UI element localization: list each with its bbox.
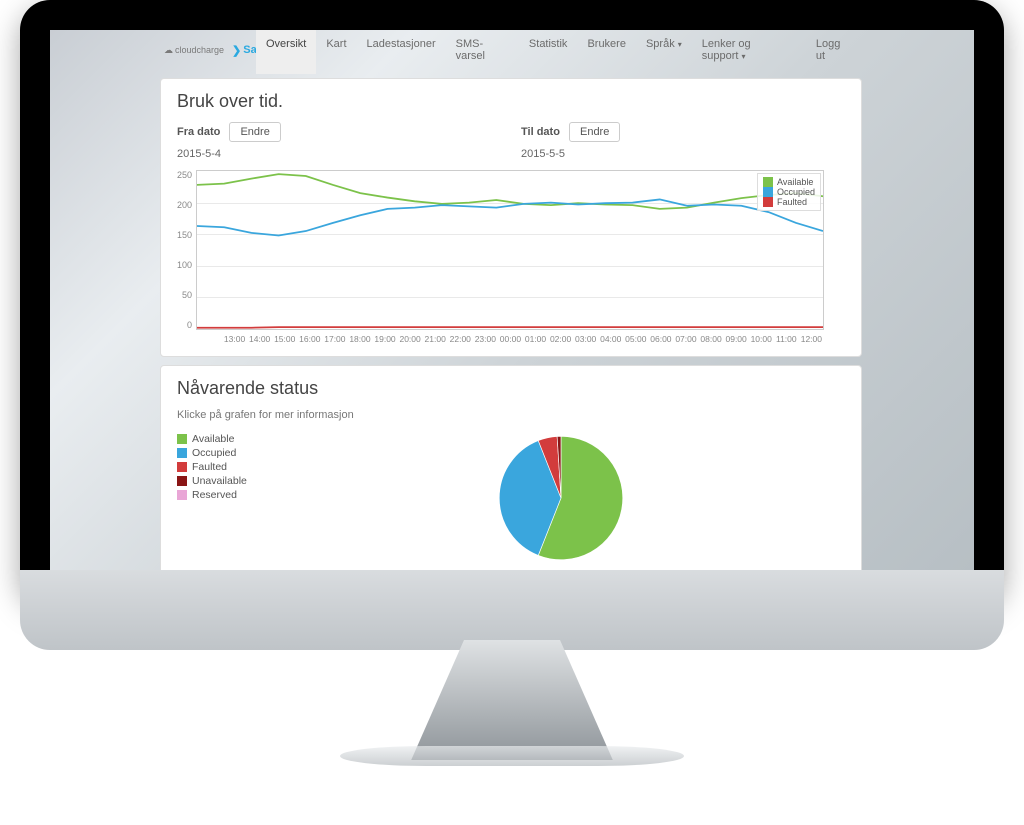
legend-swatch-occupied	[763, 187, 773, 197]
panel-current-status: Nåvarende status Klicke på grafen for me…	[160, 365, 862, 570]
legend-swatch-unavailable	[177, 476, 187, 486]
nav-brukere[interactable]: Brukere	[577, 30, 636, 74]
nav-statistik[interactable]: Statistik	[519, 30, 578, 74]
to-date-label: Til dato	[521, 126, 560, 138]
cloud-icon: ☁︎	[164, 45, 173, 56]
legend-swatch-faulted	[177, 462, 187, 472]
cloudcharge-logo: ☁︎ cloudcharge	[164, 45, 224, 56]
monitor-foot	[340, 746, 684, 766]
legend-swatch-reserved	[177, 490, 187, 500]
nav-sms-varsel[interactable]: SMS-varsel	[446, 30, 519, 74]
nav-language[interactable]: Språk	[636, 30, 692, 74]
line-chart-legend: Available Occupied Faulted	[757, 173, 821, 211]
pie-chart[interactable]	[461, 433, 661, 563]
brand-logos: ☁︎ cloudcharge ❯ Salto	[160, 44, 256, 57]
nav-kart[interactable]: Kart	[316, 30, 356, 74]
nav-oversikt[interactable]: Oversikt	[256, 30, 316, 74]
nav-logout[interactable]: Logg ut	[806, 30, 862, 74]
top-navbar: ☁︎ cloudcharge ❯ Salto Oversikt Kart Lad…	[160, 30, 862, 70]
panel2-subtitle: Klicke på grafen for mer informasjon	[177, 409, 845, 421]
panel1-title: Bruk over tid.	[177, 91, 845, 112]
legend-swatch-occupied	[177, 448, 187, 458]
main-nav: Oversikt Kart Ladestasjoner SMS-varsel S…	[256, 30, 636, 74]
monitor-stand	[392, 640, 632, 760]
monitor-chin	[20, 570, 1004, 650]
pie-legend: Available Occupied Faulted Unavailable R…	[177, 433, 247, 563]
nav-right: Språk Lenker og support Logg ut	[636, 30, 862, 74]
nav-ladestasjoner[interactable]: Ladestasjoner	[357, 30, 446, 74]
screen: ☁︎ cloudcharge ❯ Salto Oversikt Kart Lad…	[50, 30, 974, 570]
date-range-row: Fra dato Endre 2015-5-4 Til dato Endre 2…	[177, 122, 845, 160]
from-date-change-button[interactable]: Endre	[229, 122, 280, 142]
monitor-bezel: ☁︎ cloudcharge ❯ Salto Oversikt Kart Lad…	[20, 0, 1004, 600]
bird-icon: ❯	[232, 44, 241, 57]
y-axis: 250 200 150 100 50 0	[177, 170, 196, 330]
to-date-value: 2015-5-5	[521, 148, 845, 160]
panel-usage-over-time: Bruk over tid. Fra dato Endre 2015-5-4 T…	[160, 78, 862, 357]
line-chart[interactable]: 250 200 150 100 50 0	[177, 170, 845, 344]
legend-swatch-available	[177, 434, 187, 444]
from-date-label: Fra dato	[177, 126, 220, 138]
plot-area: Available Occupied Faulted	[196, 170, 824, 330]
nav-support[interactable]: Lenker og support	[692, 30, 806, 74]
from-date-value: 2015-5-4	[177, 148, 501, 160]
cloudcharge-label: cloudcharge	[175, 45, 224, 55]
legend-swatch-available	[763, 177, 773, 187]
panel2-title: Nåvarende status	[177, 378, 845, 399]
x-axis: 13:0014:0015:0016:0017:0018:0019:0020:00…	[196, 334, 824, 344]
legend-swatch-faulted	[763, 197, 773, 207]
to-date-change-button[interactable]: Endre	[569, 122, 620, 142]
